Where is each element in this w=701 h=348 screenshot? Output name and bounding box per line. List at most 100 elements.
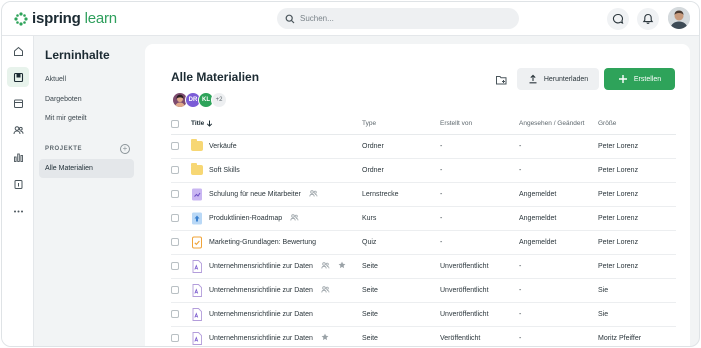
row-checkbox-cell bbox=[171, 278, 191, 303]
row-title[interactable]: Verkäufe bbox=[209, 143, 237, 150]
row-checkbox-cell bbox=[171, 182, 191, 207]
download-button[interactable]: Herunterladen bbox=[517, 68, 599, 90]
row-title-cell[interactable]: Soft Skills bbox=[191, 158, 362, 183]
row-type: Seite bbox=[362, 326, 440, 346]
row-title[interactable]: Produktlinien-Roadmap bbox=[209, 215, 282, 222]
row-checkbox[interactable] bbox=[171, 334, 179, 342]
table-row[interactable]: Produktlinien-Roadmap Kurs - Angemeldet Pete… bbox=[171, 206, 676, 231]
user-avatar[interactable] bbox=[668, 7, 690, 29]
nav-item-all-materials[interactable]: Alle Materialien bbox=[39, 159, 134, 178]
row-title[interactable]: Schulung für neue Mitarbeiter bbox=[209, 191, 301, 198]
page-icon bbox=[191, 307, 203, 321]
row-title[interactable]: Marketing-Grundlagen: Bewertung bbox=[209, 239, 316, 246]
table-row[interactable]: Verkäufe Ordner - - Peter Lorenz bbox=[171, 134, 676, 159]
column-type[interactable]: Type bbox=[362, 114, 440, 135]
table-row[interactable]: Unternehmensrichtlinie zur Daten Seite Unv… bbox=[171, 254, 676, 279]
row-seen-changed: - bbox=[519, 326, 598, 346]
rail-more[interactable] bbox=[7, 201, 29, 221]
row-checkbox[interactable] bbox=[171, 310, 179, 318]
column-created-by[interactable]: Erstellt von bbox=[440, 114, 519, 135]
nav-link-recent[interactable]: Aktuell bbox=[45, 76, 66, 83]
row-created-by: Unveröffentlicht bbox=[440, 302, 519, 327]
learning-path-icon bbox=[191, 188, 203, 201]
select-all-checkbox[interactable] bbox=[171, 119, 179, 128]
row-created-by: - bbox=[440, 206, 519, 231]
row-checkbox-cell bbox=[171, 230, 191, 255]
row-checkbox[interactable] bbox=[171, 166, 179, 174]
table-row[interactable]: Marketing-Grundlagen: Bewertung Quiz - Ange… bbox=[171, 230, 676, 255]
row-title-cell[interactable]: Unternehmensrichtlinie zur Daten bbox=[191, 326, 362, 346]
table-row[interactable]: Unternehmensrichtlinie zur Daten Seite Unv… bbox=[171, 278, 676, 303]
collaborator-avatars[interactable]: DR KL +2 bbox=[172, 92, 227, 108]
row-created-by: - bbox=[440, 134, 519, 159]
star-icon[interactable] bbox=[338, 261, 346, 271]
row-seen-changed: Angemeldet bbox=[519, 206, 598, 231]
page-icon bbox=[191, 331, 203, 345]
row-checkbox[interactable] bbox=[171, 142, 179, 150]
row-title[interactable]: Unternehmensrichtlinie zur Daten bbox=[209, 287, 313, 294]
notifications-button[interactable] bbox=[637, 8, 659, 30]
row-title-cell[interactable]: Unternehmensrichtlinie zur Daten bbox=[191, 278, 362, 303]
shared-users-icon bbox=[321, 285, 330, 295]
shared-users-icon bbox=[309, 189, 318, 199]
star-icon[interactable] bbox=[321, 333, 329, 343]
search-box[interactable] bbox=[277, 8, 519, 29]
projects-section-label: PROJEKTE bbox=[45, 146, 83, 152]
create-button[interactable]: Erstellen bbox=[604, 68, 675, 90]
row-checkbox[interactable] bbox=[171, 214, 179, 222]
row-title[interactable]: Unternehmensrichtlinie zur Daten bbox=[209, 263, 313, 270]
nav-link-presented[interactable]: Dargeboten bbox=[45, 96, 82, 103]
row-title-cell[interactable]: Produktlinien-Roadmap bbox=[191, 206, 362, 231]
folder-icon bbox=[191, 139, 203, 153]
logo[interactable]: ispring learn bbox=[14, 10, 117, 27]
page-icon bbox=[191, 259, 203, 273]
row-title-cell[interactable]: Marketing-Grundlagen: Bewertung bbox=[191, 230, 362, 255]
row-title-cell[interactable]: Schulung für neue Mitarbeiter bbox=[191, 182, 362, 207]
shared-users-icon bbox=[290, 213, 299, 223]
more-icon bbox=[13, 210, 23, 212]
table-row[interactable]: Unternehmensrichtlinie zur Daten Seite Unv… bbox=[171, 302, 676, 327]
user-photo-icon bbox=[668, 7, 690, 29]
rail-content[interactable] bbox=[7, 67, 29, 87]
row-checkbox[interactable] bbox=[171, 190, 179, 198]
rail-reports[interactable] bbox=[7, 147, 29, 167]
column-title-label: Title bbox=[191, 120, 205, 128]
column-seen-changed[interactable]: Angesehen / Geändert bbox=[519, 114, 598, 135]
row-checkbox-cell bbox=[171, 134, 191, 159]
table-row[interactable]: Soft Skills Ordner - - Peter Lorenz bbox=[171, 158, 676, 183]
rail-users[interactable] bbox=[7, 120, 29, 140]
app-window: ispring learn Suchen... Lerninhalte Aktu… bbox=[1, 1, 700, 347]
row-title-cell[interactable]: Unternehmensrichtlinie zur Daten bbox=[191, 302, 362, 327]
new-folder-button[interactable] bbox=[490, 69, 512, 91]
row-title[interactable]: Unternehmensrichtlinie zur Daten bbox=[209, 311, 313, 318]
row-checkbox[interactable] bbox=[171, 286, 179, 294]
row-type: Ordner bbox=[362, 158, 440, 183]
row-size: Sie bbox=[598, 302, 676, 327]
row-size: Peter Lorenz bbox=[598, 134, 676, 159]
row-size: Peter Lorenz bbox=[598, 254, 676, 279]
table-row[interactable]: Schulung für neue Mitarbeiter Lernstrecke… bbox=[171, 182, 676, 207]
nav-link-shared[interactable]: Mit mir geteilt bbox=[45, 115, 87, 122]
row-created-by: Unveröffentlicht bbox=[440, 254, 519, 279]
rail-catalog[interactable] bbox=[7, 174, 29, 194]
rail-calendar[interactable] bbox=[7, 93, 29, 113]
row-title-cell[interactable]: Unternehmensrichtlinie zur Daten bbox=[191, 254, 362, 279]
chat-button[interactable] bbox=[607, 8, 629, 30]
row-title[interactable]: Soft Skills bbox=[209, 167, 240, 174]
rail-home[interactable] bbox=[7, 41, 29, 61]
page-icon bbox=[191, 283, 203, 297]
search-input[interactable] bbox=[300, 14, 500, 23]
table-row[interactable]: Unternehmensrichtlinie zur Daten Seite Ver… bbox=[171, 326, 676, 346]
row-title[interactable]: Unternehmensrichtlinie zur Daten bbox=[209, 335, 313, 342]
add-project-button[interactable]: + bbox=[120, 144, 130, 154]
select-all-cell bbox=[171, 114, 191, 135]
column-size[interactable]: Größe bbox=[598, 114, 676, 135]
row-type: Seite bbox=[362, 278, 440, 303]
row-checkbox[interactable] bbox=[171, 262, 179, 270]
row-created-by: Unveröffentlicht bbox=[440, 278, 519, 303]
logo-icon bbox=[14, 11, 28, 26]
column-title[interactable]: Title bbox=[191, 114, 362, 135]
calendar-icon bbox=[13, 99, 23, 108]
row-checkbox[interactable] bbox=[171, 238, 179, 246]
row-title-cell[interactable]: Verkäufe bbox=[191, 134, 362, 159]
